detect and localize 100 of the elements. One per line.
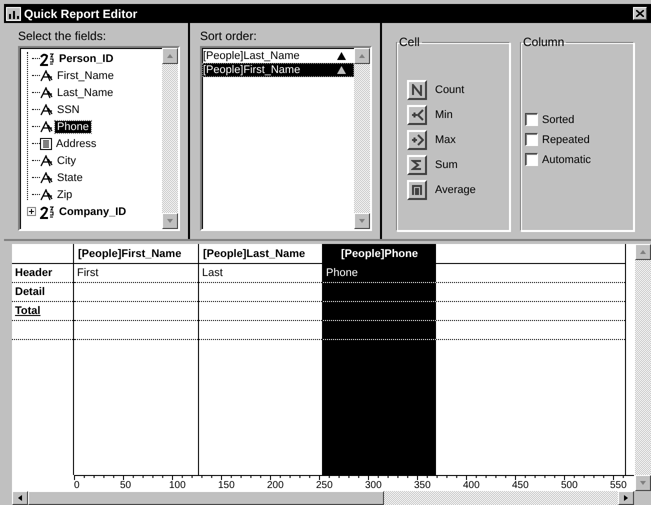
aggregate-button[interactable] — [407, 180, 427, 200]
scrollbar[interactable] — [162, 48, 178, 229]
aggregate-label: Min — [435, 108, 453, 120]
expand-icon[interactable] — [27, 207, 36, 216]
aggregate-button[interactable] — [407, 80, 427, 100]
report-column[interactable]: [People]Phone Phone — [322, 244, 436, 475]
checkbox[interactable] — [525, 113, 538, 126]
average-icon — [411, 184, 423, 196]
scrollbar[interactable] — [12, 491, 634, 505]
close-icon — [636, 10, 644, 17]
ascending-icon[interactable] — [337, 66, 346, 74]
column-header: [People]Last_Name — [203, 248, 306, 260]
field-item[interactable]: State — [22, 169, 160, 186]
group-title: Column — [522, 35, 566, 49]
down-arrow-icon — [166, 217, 174, 225]
down-arrow-icon — [358, 217, 366, 225]
sort-item[interactable]: [People]First_Name — [202, 63, 354, 77]
window-title: Quick Report Editor — [24, 6, 138, 20]
field-name: Person_ID — [58, 52, 114, 64]
group-title: Cell — [398, 35, 421, 49]
field-name: Company_ID — [58, 206, 128, 218]
checkbox-label: Sorted — [542, 114, 574, 126]
min-icon — [410, 108, 424, 120]
scrollbar[interactable] — [354, 48, 370, 229]
sort-label: Sort order: — [200, 29, 258, 43]
scroll-right-button[interactable] — [618, 491, 634, 505]
aggregate-label: Max — [435, 134, 456, 146]
field-name: State — [56, 172, 84, 184]
table-cell: Phone — [326, 267, 358, 279]
scroll-down-button[interactable] — [635, 475, 651, 491]
ruler-label: 100 — [169, 480, 186, 491]
field-item[interactable]: Address — [22, 135, 160, 152]
field-item[interactable]: Person_ID — [22, 50, 160, 67]
text-field-icon — [40, 172, 53, 184]
row-label: Detail — [15, 286, 45, 298]
column-header: [People]First_Name — [78, 248, 182, 260]
field-item[interactable]: Last_Name — [22, 84, 160, 101]
field-item[interactable]: SSN — [22, 101, 160, 118]
field-name: Zip — [56, 188, 74, 200]
scroll-up-button[interactable] — [635, 244, 651, 260]
field-item[interactable]: First_Name — [22, 67, 160, 84]
left-arrow-icon — [16, 494, 24, 502]
scroll-down-button[interactable] — [162, 213, 178, 229]
field-item[interactable]: Phone — [22, 118, 160, 135]
field-item[interactable]: City — [22, 152, 160, 169]
checkbox-label: Automatic — [542, 154, 591, 166]
text-field-icon — [40, 188, 53, 200]
text-field-icon — [40, 120, 53, 132]
column-header: [People]Phone — [340, 248, 418, 260]
row-label: Header — [15, 267, 52, 279]
field-item[interactable]: Company_ID — [22, 203, 160, 220]
row-label: Total — [15, 305, 40, 317]
checkbox[interactable] — [525, 153, 538, 166]
text-field-icon — [40, 70, 53, 82]
scroll-down-button[interactable] — [354, 213, 370, 229]
aggregate-label: Sum — [435, 158, 458, 170]
report-column[interactable]: [People]Last_Name Last — [198, 244, 322, 475]
aggregate-button[interactable] — [407, 104, 427, 124]
field-name: First_Name — [56, 70, 115, 82]
number-field-icon — [40, 204, 55, 218]
field-name: SSN — [56, 104, 81, 116]
text-field-icon — [40, 86, 53, 98]
table-cell: Last — [202, 267, 223, 279]
scrollbar[interactable] — [635, 244, 651, 491]
down-arrow-icon — [639, 479, 647, 487]
ascending-icon[interactable] — [337, 52, 346, 60]
text-field-icon — [40, 154, 53, 166]
max-icon — [410, 134, 424, 146]
count-icon — [411, 84, 423, 96]
field-name: City — [56, 154, 77, 166]
aggregate-button[interactable] — [407, 130, 427, 150]
scroll-left-button[interactable] — [12, 491, 28, 505]
text-field-icon — [40, 104, 53, 116]
report-column[interactable]: [People]First_Name First — [73, 244, 198, 475]
field-name: Address — [55, 138, 98, 150]
fields-label: Select the fields: — [18, 29, 108, 43]
up-arrow-icon — [166, 52, 174, 60]
ruler-label: 250 — [316, 480, 333, 491]
checkbox[interactable] — [525, 133, 538, 146]
sigma-icon — [411, 158, 423, 170]
scroll-thumb[interactable] — [28, 491, 384, 505]
ruler-label: 450 — [512, 480, 529, 491]
sort-item[interactable]: [People]Last_Name — [202, 49, 354, 63]
up-arrow-icon — [358, 52, 366, 60]
ruler-label: 50 — [120, 480, 132, 491]
aggregate-button[interactable] — [407, 154, 427, 174]
ruler-label: 0 — [74, 480, 80, 491]
ruler-label: 300 — [365, 480, 382, 491]
field-item[interactable]: Zip — [22, 186, 160, 203]
field-name: Phone — [55, 120, 91, 132]
field-name: Last_Name — [56, 86, 114, 98]
ruler-label: 350 — [414, 480, 431, 491]
ruler-label: 200 — [267, 480, 284, 491]
scroll-up-button[interactable] — [162, 48, 178, 64]
aggregate-label: Average — [435, 184, 476, 196]
number-field-icon — [40, 52, 55, 66]
scroll-up-button[interactable] — [354, 48, 370, 64]
ruler-label: 500 — [561, 480, 578, 491]
ruler-label: 550 — [610, 480, 627, 491]
close-button[interactable] — [633, 7, 647, 20]
